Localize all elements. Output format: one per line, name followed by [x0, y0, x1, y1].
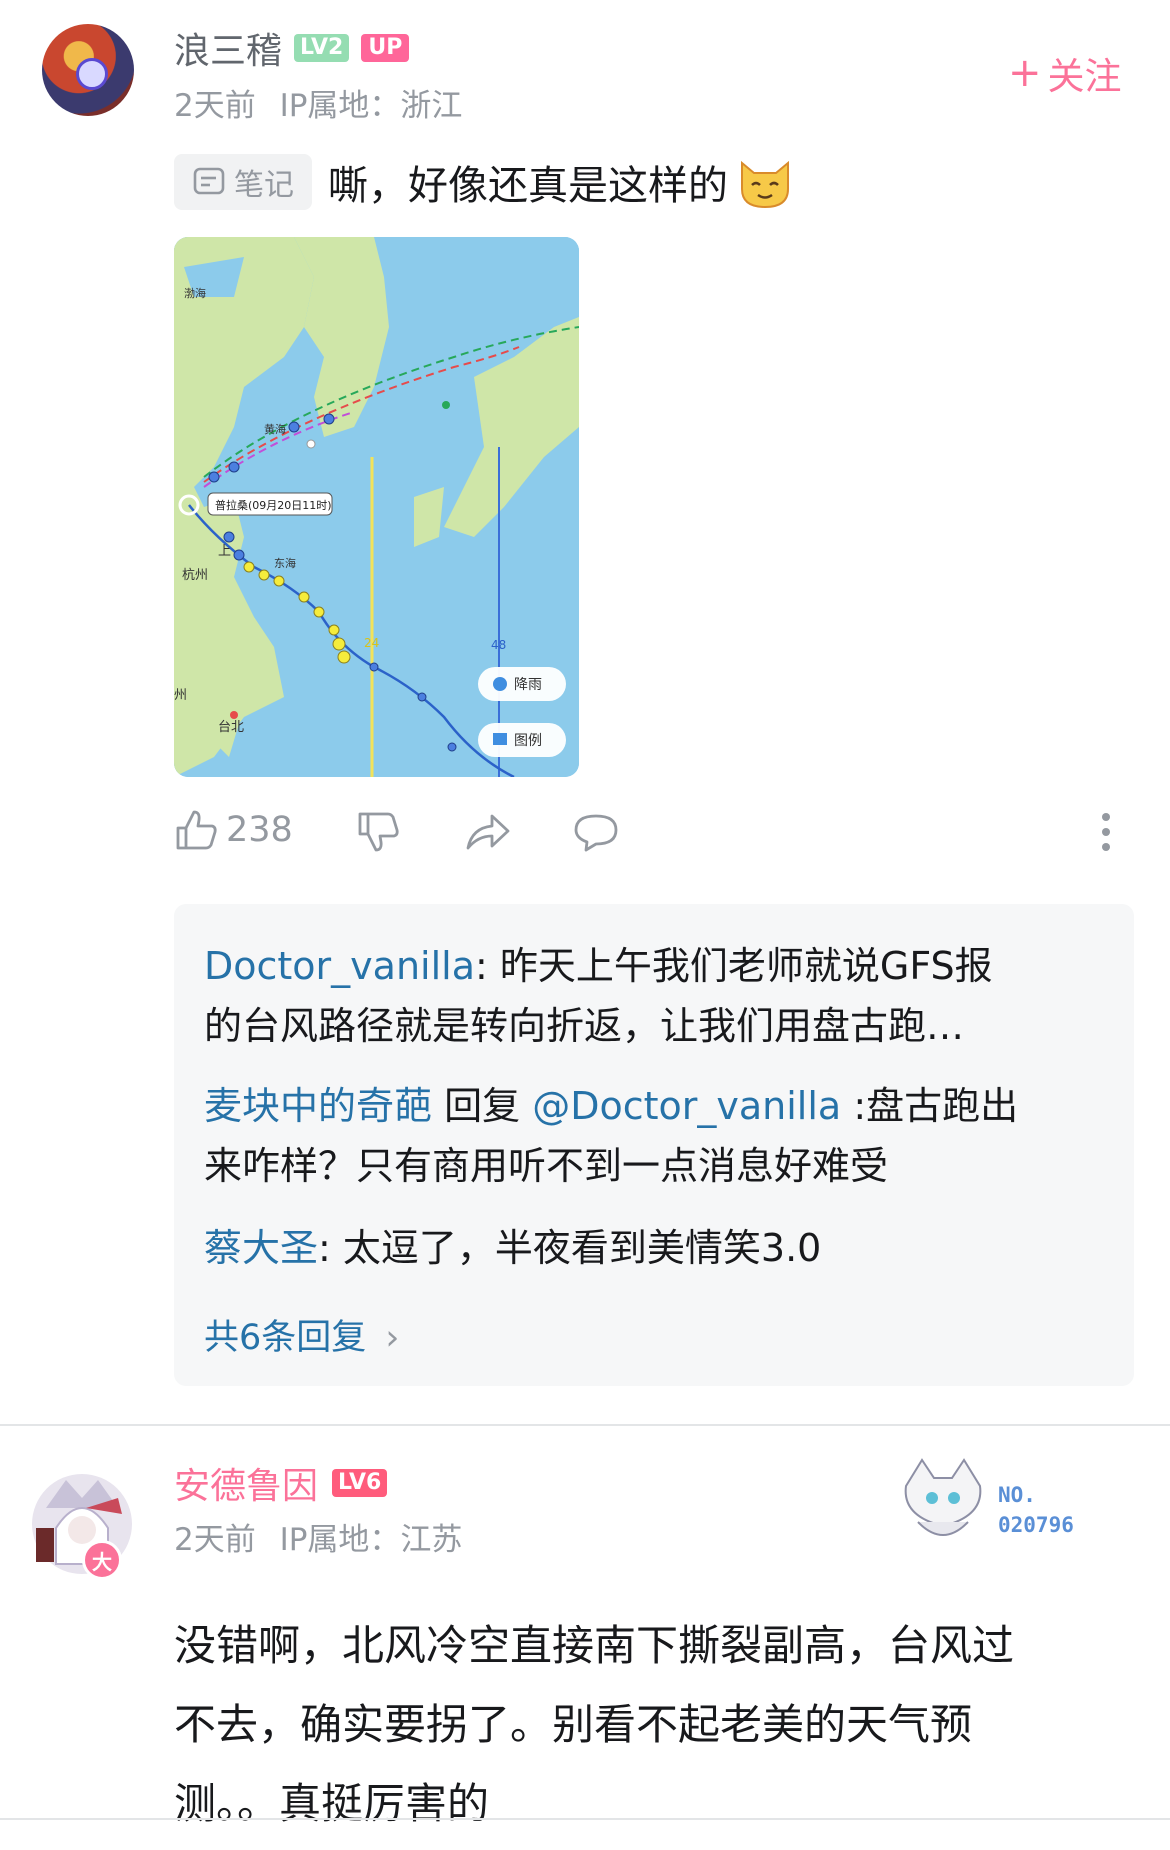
dislike-button[interactable]	[356, 810, 400, 858]
reply-item[interactable]: Doctor_vanilla: 昨天上午我们老师就说GFS报 的台风路径就是转向…	[204, 936, 1104, 1056]
comment-content: 没错啊，北风冷空直接南下撕裂副高，台风过 不去，确实要拐了。别看不起老美的天气预…	[174, 1606, 1134, 1843]
map-label-huanghai: 黄海	[264, 422, 286, 436]
share-button[interactable]	[464, 812, 512, 856]
avatar[interactable]	[42, 24, 134, 116]
like-button[interactable]: 238	[174, 808, 293, 852]
reply-username[interactable]: 蔡大圣	[204, 1226, 318, 1270]
username[interactable]: 浪三稽	[174, 22, 282, 74]
follow-button[interactable]: + 关注	[1008, 46, 1122, 100]
map-label-bohai: 渤海	[184, 286, 206, 300]
username[interactable]: 安德鲁因	[174, 1457, 318, 1509]
comment-header: 安德鲁因 LV6	[174, 1457, 388, 1509]
timestamp: 2天前	[174, 88, 256, 124]
reply-separator: :	[475, 944, 488, 988]
typhoon-track-map[interactable]: 普拉桑(09月20日11时) 渤海 黄海 东海 杭州 上 州 台北 24 48 …	[174, 237, 579, 777]
avatar-ornament	[76, 58, 108, 90]
thumbs-down-icon	[358, 812, 399, 852]
comment-text: 嘶，好像还真是这样的	[328, 163, 728, 209]
map-legend-label: 图例	[514, 733, 542, 749]
thumbs-up-icon	[176, 810, 217, 850]
reply-text-cont: 来咋样？只有商用听不到一点消息好难受	[204, 1144, 889, 1188]
cat-emoji-icon	[741, 160, 789, 209]
view-all-replies-label: 共6条回复	[204, 1318, 367, 1358]
map-label-shanghai: 上	[218, 544, 231, 559]
ip-location: IP属地：江苏	[279, 1522, 463, 1558]
reply-text: :盘古跑出	[853, 1084, 1019, 1128]
map-legend-button[interactable]: 图例	[478, 723, 566, 757]
map-label-48: 48	[491, 638, 506, 652]
plus-icon: +	[1008, 50, 1042, 96]
reply-text: 太逗了，半夜看到美情笑3.0	[342, 1226, 822, 1270]
reply-mention[interactable]: @Doctor_vanilla	[532, 1084, 841, 1128]
reply-text: 昨天上午我们老师就说GFS报	[499, 944, 993, 988]
reply-button[interactable]	[572, 812, 620, 858]
comment-divider	[0, 1424, 1170, 1426]
reply-word: 回复	[444, 1084, 521, 1128]
comment-header: 浪三稽 LV2 UP	[174, 22, 410, 74]
level-badge: LV2	[294, 34, 350, 62]
comment-content: 嘶，好像还真是这样的	[328, 153, 794, 211]
avatar[interactable]: 大	[26, 1468, 138, 1580]
map-typhoon-popup: 普拉桑(09月20日11时)	[215, 498, 332, 512]
comment-text-line: 不去，确实要拐了。别看不起老美的天气预	[174, 1700, 973, 1749]
reply-text-cont: 的台风路径就是转向折返，让我们用盘古跑…	[204, 1004, 965, 1048]
fan-badge-label: NO.	[998, 1483, 1036, 1507]
ip-location: IP属地：浙江	[279, 88, 463, 124]
fan-badge-number: 020796	[998, 1513, 1074, 1537]
fan-badge-character-icon	[904, 1458, 982, 1536]
reply-username[interactable]: 麦块中的奇葩	[204, 1084, 432, 1128]
map-canvas: 普拉桑(09月20日11时) 渤海 黄海 东海 杭州 上 州 台北 24 48 …	[174, 237, 579, 777]
fan-badge[interactable]: NO. 020796	[898, 1456, 1098, 1556]
timestamp: 2天前	[174, 1522, 256, 1558]
note-tag-label: 笔记	[234, 168, 294, 203]
comment-text-line: 没错啊，北风冷空直接南下撕裂副高，台风过	[174, 1621, 1015, 1670]
more-vertical-icon	[1102, 813, 1110, 851]
map-label-taibei: 台北	[218, 720, 244, 735]
view-all-replies-link[interactable]: 共6条回复 ›	[204, 1309, 399, 1360]
comment-bubble-icon	[574, 814, 618, 852]
chevron-right-icon: ›	[385, 1318, 400, 1358]
map-label-zhou: 州	[174, 688, 187, 703]
note-tag[interactable]: 笔记	[174, 154, 312, 210]
vip-badge: 大	[82, 1540, 122, 1580]
reply-item[interactable]: 麦块中的奇葩 回复 @Doctor_vanilla :盘古跑出 来咋样？只有商用…	[204, 1076, 1104, 1196]
map-label-24: 24	[364, 636, 379, 650]
map-rain-label: 降雨	[514, 677, 542, 693]
bottom-input-bar-edge	[0, 1818, 1170, 1850]
map-rain-button[interactable]: 降雨	[478, 667, 566, 701]
up-badge: UP	[361, 34, 410, 62]
share-icon	[466, 814, 510, 850]
like-count: 238	[226, 810, 293, 850]
follow-label: 关注	[1047, 55, 1122, 98]
reply-preview-block[interactable]: Doctor_vanilla: 昨天上午我们老师就说GFS报 的台风路径就是转向…	[174, 904, 1134, 1386]
more-options-button[interactable]	[1100, 812, 1112, 856]
note-icon	[193, 167, 225, 195]
reply-username[interactable]: Doctor_vanilla	[204, 944, 475, 988]
reply-item[interactable]: 蔡大圣: 太逗了，半夜看到美情笑3.0	[204, 1218, 1104, 1278]
comment-meta: 2天前 IP属地：浙江	[174, 80, 462, 125]
comment-meta: 2天前 IP属地：江苏	[174, 1514, 462, 1559]
level-badge: LV6	[332, 1469, 388, 1497]
map-label-hangzhou: 杭州	[182, 568, 208, 583]
reply-separator: :	[318, 1226, 331, 1270]
map-label-donghai: 东海	[274, 556, 296, 570]
